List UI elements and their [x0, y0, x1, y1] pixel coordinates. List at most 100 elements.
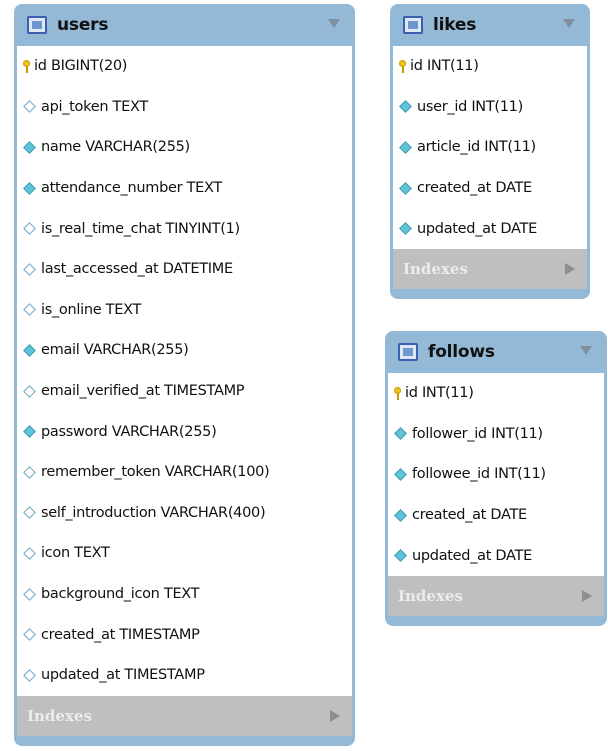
not-null-column-icon [399, 222, 412, 236]
column-label: api_token TEXT [41, 98, 148, 115]
indexes-label: Indexes [403, 259, 468, 278]
column-row[interactable]: id INT(11) [393, 46, 587, 87]
indexes-section[interactable]: Indexes [388, 575, 604, 616]
table-icon [27, 16, 47, 34]
column-row[interactable]: email_verified_at TIMESTAMP [17, 371, 352, 412]
column-row[interactable]: password VARCHAR(255) [17, 411, 352, 452]
column-label: updated_at DATE [417, 220, 537, 237]
not-null-column-icon [399, 141, 412, 154]
column-label: last_accessed_at DATETIME [41, 261, 233, 278]
column-label: created_at DATE [412, 507, 527, 524]
column-row[interactable]: updated_at DATE [388, 535, 604, 576]
nullable-column-icon [23, 668, 36, 682]
table-users[interactable]: users id BIGINT(20) api_token TEXT name VA… [14, 4, 355, 746]
not-null-column-icon [23, 181, 36, 195]
expand-arrow-icon[interactable] [330, 709, 340, 722]
column-row[interactable]: is_online TEXT [17, 290, 352, 331]
nullable-column-icon [23, 262, 36, 276]
column-label: id INT(11) [410, 58, 479, 75]
column-row[interactable]: email VARCHAR(255) [17, 330, 352, 371]
primary-key-icon [394, 386, 401, 400]
column-row[interactable]: user_id INT(11) [393, 87, 587, 128]
column-label: updated_at TIMESTAMP [41, 667, 205, 684]
column-label: updated_at DATE [412, 547, 532, 564]
nullable-column-icon [23, 384, 36, 398]
column-row[interactable]: updated_at TIMESTAMP [17, 655, 352, 696]
column-row[interactable]: created_at DATE [393, 168, 587, 209]
column-row[interactable]: is_real_time_chat TINYINT(1) [17, 208, 352, 249]
nullable-column-icon [23, 506, 36, 520]
column-list: id INT(11) user_id INT(11) article_id INT(… [393, 46, 587, 249]
column-label: email VARCHAR(255) [41, 342, 189, 359]
nullable-column-icon [23, 303, 36, 317]
column-row[interactable]: id INT(11) [388, 373, 604, 414]
not-null-column-icon [394, 468, 407, 481]
expand-arrow-icon[interactable] [565, 262, 575, 275]
not-null-column-icon [399, 181, 412, 195]
column-label: follower_id INT(11) [412, 425, 543, 442]
column-label: password VARCHAR(255) [41, 423, 217, 440]
column-row[interactable]: last_accessed_at DATETIME [17, 249, 352, 290]
collapse-arrow-icon[interactable] [328, 19, 340, 28]
table-header[interactable]: likes [393, 4, 587, 46]
nullable-column-icon [23, 100, 36, 114]
collapse-arrow-icon[interactable] [580, 346, 592, 355]
column-row[interactable]: api_token TEXT [17, 87, 352, 128]
column-label: is_online TEXT [41, 301, 142, 318]
column-row[interactable]: updated_at DATE [393, 208, 587, 249]
column-row[interactable]: remember_token VARCHAR(100) [17, 452, 352, 493]
column-label: attendance_number TEXT [41, 180, 222, 197]
indexes-section[interactable]: Indexes [393, 248, 587, 289]
column-label: self_introduction VARCHAR(400) [41, 504, 266, 521]
column-row[interactable]: followee_id INT(11) [388, 454, 604, 495]
column-label: followee_id INT(11) [412, 466, 546, 483]
column-label: remember_token VARCHAR(100) [41, 464, 270, 481]
column-row[interactable]: created_at DATE [388, 495, 604, 536]
column-row[interactable]: background_icon TEXT [17, 574, 352, 615]
column-row[interactable]: article_id INT(11) [393, 127, 587, 168]
primary-key-icon [23, 59, 30, 73]
not-null-column-icon [394, 508, 407, 522]
column-row[interactable]: icon TEXT [17, 533, 352, 574]
nullable-column-icon [23, 587, 36, 601]
column-label: created_at TIMESTAMP [41, 626, 200, 643]
indexes-section[interactable]: Indexes [17, 695, 352, 736]
column-list: id BIGINT(20) api_token TEXT name VARCHAR(… [17, 46, 352, 696]
table-name: users [57, 15, 109, 35]
not-null-column-icon [394, 427, 407, 441]
column-label: icon TEXT [41, 545, 110, 562]
indexes-label: Indexes [27, 706, 92, 725]
table-follows[interactable]: follows id INT(11) follower_id INT(11) fol… [385, 331, 607, 626]
column-row[interactable]: self_introduction VARCHAR(400) [17, 493, 352, 534]
not-null-column-icon [399, 100, 412, 114]
table-likes[interactable]: likes id INT(11) user_id INT(11) article_i… [390, 4, 590, 299]
collapse-arrow-icon[interactable] [563, 19, 575, 28]
column-label: is_real_time_chat TINYINT(1) [41, 220, 240, 237]
not-null-column-icon [394, 549, 407, 563]
column-row[interactable]: name VARCHAR(255) [17, 127, 352, 168]
column-label: user_id INT(11) [417, 98, 523, 115]
column-row[interactable]: created_at TIMESTAMP [17, 614, 352, 655]
column-row[interactable]: follower_id INT(11) [388, 414, 604, 455]
column-label: article_id INT(11) [417, 139, 536, 156]
column-label: created_at DATE [417, 180, 532, 197]
nullable-column-icon [23, 465, 36, 479]
nullable-column-icon [23, 547, 36, 560]
table-name: follows [428, 342, 495, 362]
not-null-column-icon [23, 425, 36, 439]
expand-arrow-icon[interactable] [582, 589, 592, 602]
not-null-column-icon [23, 344, 36, 357]
column-row[interactable]: id BIGINT(20) [17, 46, 352, 87]
table-header[interactable]: follows [388, 331, 604, 373]
table-icon [403, 16, 423, 34]
nullable-column-icon [23, 222, 36, 236]
column-row[interactable]: attendance_number TEXT [17, 168, 352, 209]
column-label: email_verified_at TIMESTAMP [41, 383, 245, 400]
nullable-column-icon [23, 628, 36, 641]
column-label: name VARCHAR(255) [41, 139, 190, 156]
primary-key-icon [399, 59, 406, 73]
table-name: likes [433, 15, 477, 35]
table-header[interactable]: users [17, 4, 352, 46]
column-label: id BIGINT(20) [34, 58, 128, 75]
indexes-label: Indexes [398, 586, 463, 605]
